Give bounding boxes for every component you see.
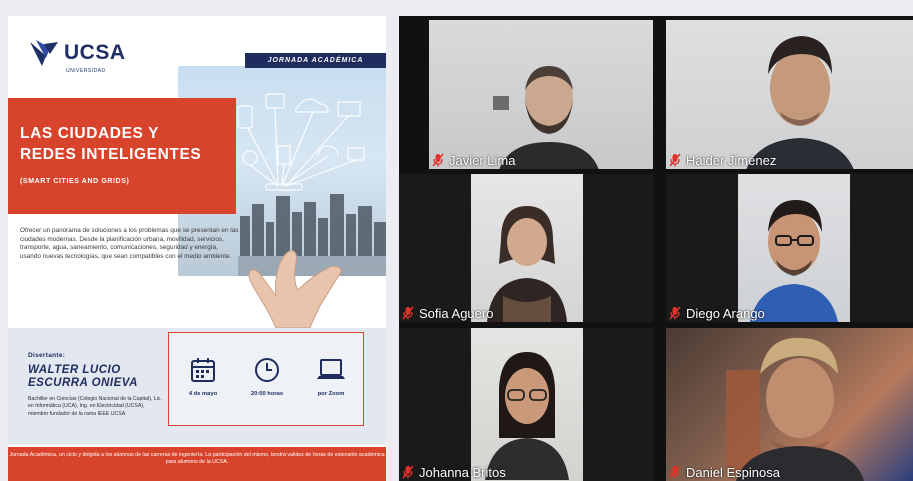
mic-muted-icon — [432, 153, 444, 167]
participant-name-bar: Sofia Aguero — [399, 304, 493, 322]
speaker-label: Disertante: — [28, 352, 66, 359]
participant-tile[interactable]: Johanna Britos — [399, 328, 653, 481]
participant-video — [750, 200, 838, 322]
logo-text: UCSA — [64, 41, 126, 64]
laptop-icon — [317, 359, 345, 379]
participant-name-bar: Daniel Espinosa — [666, 463, 780, 481]
mic-muted-icon — [402, 306, 414, 320]
event-poster: UCSA UNIVERSIDAD JORNADA ACADÉMICA LAS C… — [8, 16, 386, 481]
calendar-icon — [191, 358, 215, 382]
participant-tile[interactable]: Diego Arango — [666, 174, 913, 322]
speaker-name-line-1: WALTER LUCIO — [28, 364, 121, 376]
poster-description: Ofrecer un panorama de soluciones a los … — [20, 227, 239, 260]
participant-name-bar: Haider Jiménez — [666, 151, 776, 169]
participant-tile[interactable]: Haider Jiménez — [666, 20, 913, 169]
participant-video — [746, 36, 854, 169]
event-date-label: 4 de mayo — [188, 391, 218, 397]
poster-title: LAS CIUDADES Y REDES INTELIGENTES — [20, 123, 201, 165]
logo-subtext: UNIVERSIDAD — [66, 68, 106, 74]
participant-name: Sofia Aguero — [419, 305, 494, 321]
participant-name: Johanna Britos — [419, 464, 506, 480]
participant-tile[interactable]: Daniel Espinosa — [666, 328, 913, 481]
event-platform: por Zoom — [301, 357, 361, 397]
mic-muted-icon — [669, 465, 681, 479]
participant-tile[interactable]: Javier Lima — [429, 20, 653, 169]
participant-name-bar: Johanna Britos — [399, 463, 506, 481]
ucsa-logo-icon — [30, 40, 58, 66]
hand-illustration — [248, 250, 342, 328]
participant-video — [485, 352, 569, 480]
title-line-1: LAS CIUDADES Y — [20, 125, 160, 142]
event-time-label: 20:00 horas — [250, 391, 284, 397]
event-time: 20:00 horas — [237, 357, 297, 397]
clock-icon — [255, 358, 279, 382]
participant-tile[interactable]: Sofia Aguero — [399, 174, 653, 322]
speaker-name-line-2: ESCURRA ONIEVA — [28, 377, 138, 389]
event-platform-label: por Zoom — [317, 391, 345, 397]
poster-subtitle: (SMART CITIES AND GRIDS) — [20, 178, 130, 185]
mic-muted-icon — [402, 465, 414, 479]
video-call-grid: Javier Lima Haider Jiménez Sofia Aguero … — [399, 16, 913, 481]
ucsa-logo: UCSA — [28, 36, 126, 70]
participant-name: Haider Jiménez — [686, 152, 777, 168]
event-date: 4 de mayo — [173, 357, 233, 397]
event-banner: JORNADA ACADÉMICA — [245, 53, 386, 68]
speaker-bio: Bachiller en Ciencias (Colegio Nacional … — [28, 396, 162, 417]
poster-footer: Jornada Académica, un ciclo y dirigida a… — [8, 447, 386, 481]
title-block: LAS CIUDADES Y REDES INTELIGENTES (SMART… — [8, 98, 236, 214]
participant-video — [726, 337, 864, 481]
participant-video — [487, 206, 567, 322]
participant-name: Diego Arango — [686, 305, 765, 321]
mic-muted-icon — [669, 306, 681, 320]
participant-name: Daniel Espinosa — [686, 464, 780, 480]
mic-muted-icon — [669, 153, 681, 167]
event-details-box: 4 de mayo 20:00 horas por Zoom — [168, 332, 364, 426]
participant-name-bar: Diego Arango — [666, 304, 765, 322]
participant-name: Javier Lima — [449, 152, 516, 168]
title-line-2: REDES INTELIGENTES — [20, 146, 202, 163]
speaker-name: WALTER LUCIO ESCURRA ONIEVA — [28, 364, 138, 390]
participant-name-bar: Javier Lima — [429, 151, 515, 169]
